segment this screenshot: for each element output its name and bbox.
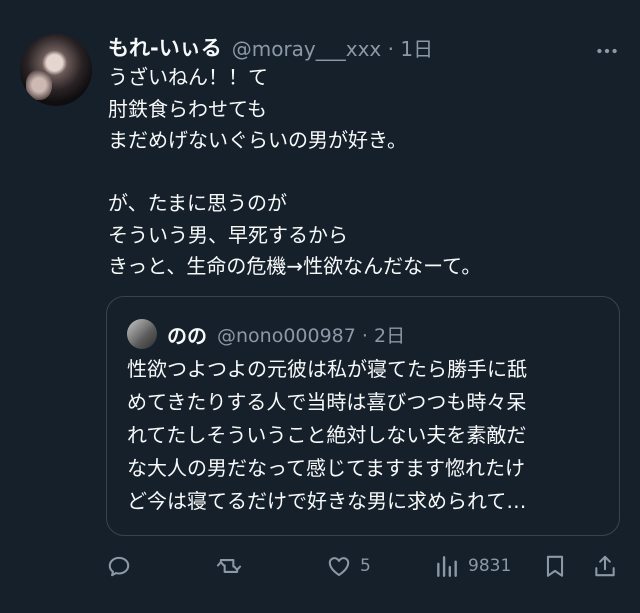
quoted-tweet[interactable]: のの @nono000987 · 2日 性欲つよつよの元彼は私が寝てたら勝手に舐… (106, 296, 620, 536)
author-avatar[interactable] (20, 34, 92, 106)
share-button[interactable] (592, 546, 618, 586)
tweet-text-line: そういう男、早死するから (108, 222, 348, 247)
views-button[interactable]: 9831 (434, 546, 511, 586)
quoted-text-line: ど今は寝てるだけで好きな男に求められて… (127, 489, 527, 513)
retweet-icon (216, 559, 242, 573)
retweet-button[interactable] (216, 546, 242, 586)
quoted-tweet-time: 2日 (374, 324, 406, 347)
quoted-tweet-text: 性欲つよつよの元彼は私が寝てたら勝手に舐 めてきたりする人で当時は喜びつつも時々… (127, 353, 607, 518)
quoted-text-line: めてきたりする人で当時は喜びつつも時々呆 (127, 390, 527, 414)
author-handle[interactable]: @moray___xxx (232, 37, 382, 61)
tweet-time[interactable]: 1日 (400, 37, 433, 61)
tweet-text-line (108, 157, 608, 189)
quoted-tweet-header: のの @nono000987 · 2日 (167, 317, 405, 351)
quoted-handle-time: @nono000987 · 2日 (217, 321, 405, 348)
quoted-text-line: 性欲つよつよの元彼は私が寝てたら勝手に舐 (127, 357, 527, 381)
tweet-text-line: きっと、生命の危機→性欲なんだなーて。 (108, 254, 482, 278)
separator-dot: · (355, 324, 374, 347)
author-name[interactable]: もれ-いぃる (108, 32, 222, 62)
like-count: 5 (360, 556, 371, 576)
separator-dot: · (381, 36, 401, 61)
quoted-text-line: な大人の男だなって感じてますます惚れたけ (127, 456, 525, 480)
tweet-header: もれ-いぃる @moray___xxx · 1日 (108, 30, 433, 64)
reply-icon (108, 556, 130, 577)
like-button[interactable]: 5 (326, 546, 371, 586)
tweet-text-line: 肘鉄食らわせても (108, 96, 267, 121)
tweet-text: うざいねん！！て 肘鉄食らわせても まだめげないぐらいの男が好き。 が、たまに思… (108, 62, 608, 283)
views-icon (437, 556, 457, 577)
like-icon (328, 557, 350, 577)
bookmark-button[interactable] (542, 546, 568, 586)
share-icon (595, 555, 615, 577)
quoted-text-line: れてたしそういうこと絶対しない夫を素敵だ (127, 423, 527, 447)
action-bar: 5 9831 (106, 546, 620, 586)
tweet: もれ-いぃる @moray___xxx · 1日 うざいねん！！て 肘鉄食らわせ… (0, 0, 640, 613)
tweet-text-line: が、たまに思うのが (108, 191, 287, 215)
view-count: 9831 (468, 556, 512, 576)
quoted-author-handle: @nono000987 (217, 324, 356, 347)
quoted-author-avatar (127, 319, 157, 349)
bookmark-icon (546, 555, 564, 577)
quoted-author-name: のの (167, 323, 207, 348)
tweet-text-line: うざいねん！！て (108, 65, 268, 89)
author-handle-time: @moray___xxx · 1日 (232, 33, 433, 62)
tweet-text-line: まだめげないぐらいの男が好き。 (108, 128, 407, 152)
reply-button[interactable] (106, 546, 132, 586)
